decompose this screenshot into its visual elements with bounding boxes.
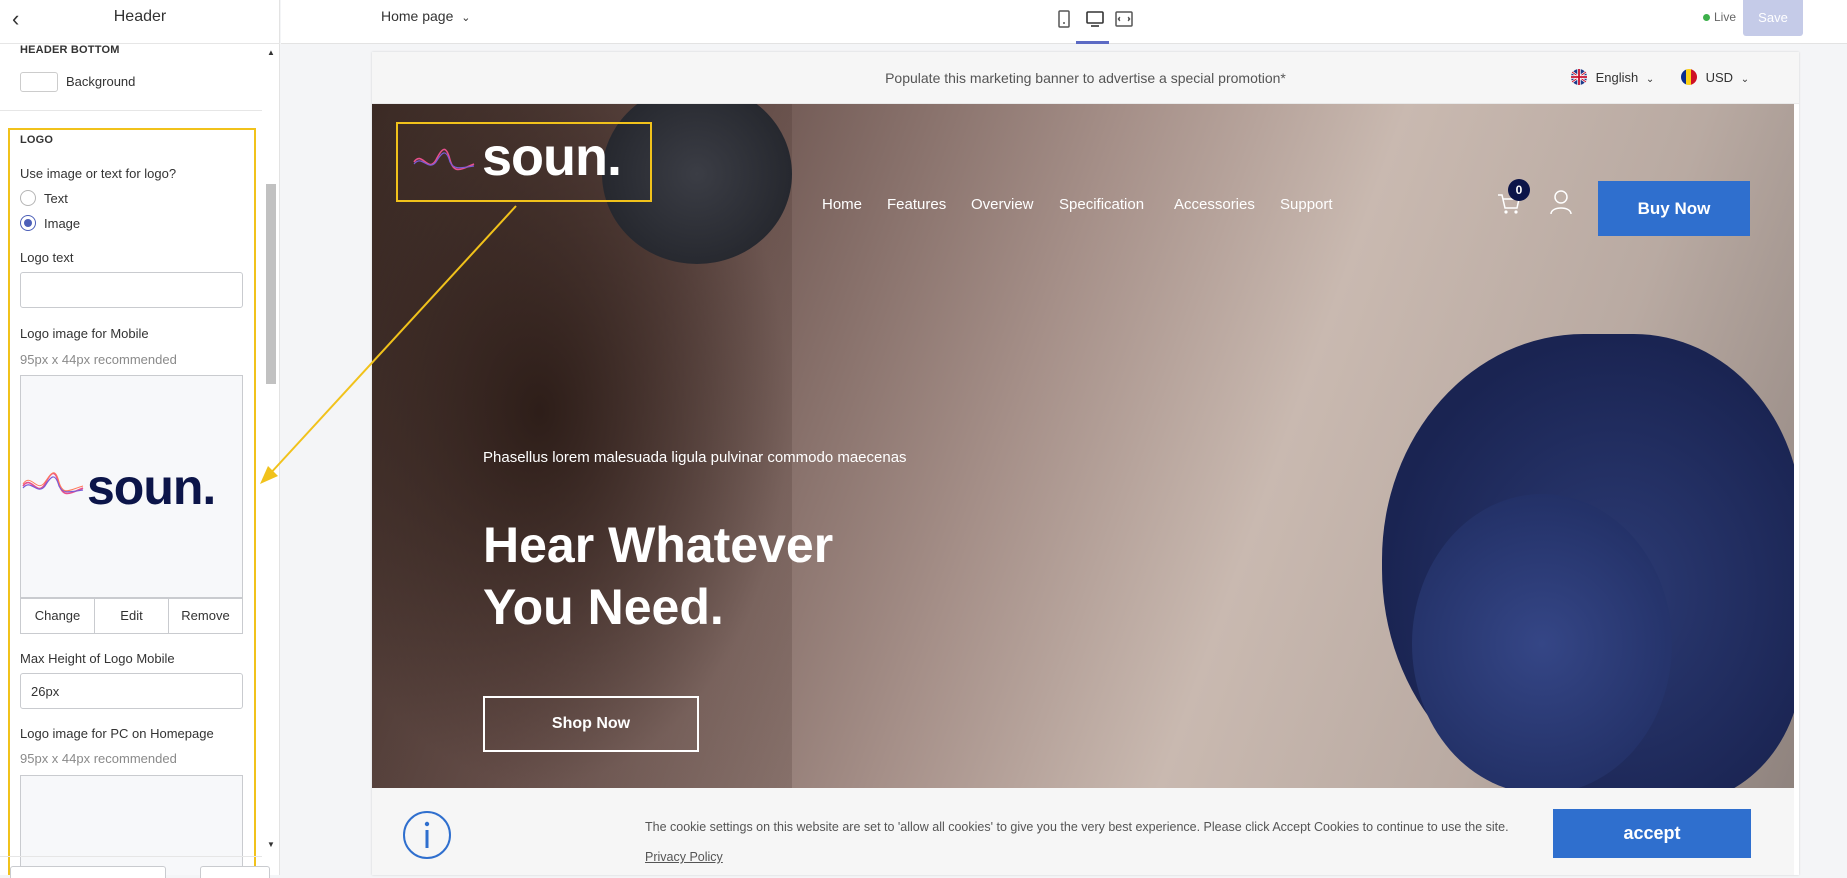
save-button[interactable]: Save [1743,0,1803,36]
theme-preview: Populate this marketing banner to advert… [372,52,1799,875]
active-device-indicator [1076,41,1109,44]
currency-chevron-icon: ⌄ [1740,74,1750,85]
currency-label: USD [1705,70,1734,85]
cart-count-badge: 0 [1508,179,1530,201]
hero-section: soun. Home Features Overview Specificati… [372,104,1794,788]
sidebar-scrollbar[interactable]: ▲ ▼ [264,44,278,854]
hero-product-earcup [1412,494,1672,788]
language-selector[interactable]: English ⌄ [1570,68,1654,86]
page-selector[interactable]: Home page ⌄ [381,8,471,24]
currency-selector[interactable]: USD ⌄ [1680,68,1749,86]
site-logo[interactable]: soun. [482,126,622,188]
bottom-divider [0,856,262,857]
fullwidth-icon[interactable] [1113,8,1135,30]
accept-cookies-button[interactable]: accept [1553,809,1751,858]
hero-title-line2: You Need. [483,579,724,635]
bottom-partial-input[interactable] [10,866,166,878]
cookie-message: The cookie settings on this website are … [645,820,1509,834]
section-divider [0,110,262,111]
sidebar-title: Header [113,8,167,25]
uk-flag-icon [1571,69,1587,85]
page-select-label: Home page [381,8,454,24]
live-status-label: Live [1714,10,1737,24]
live-status: Live [1703,10,1736,24]
nav-overview[interactable]: Overview [971,196,1034,213]
language-chevron-icon: ⌄ [1645,74,1655,85]
bottom-partial-buttons[interactable] [200,866,270,878]
nav-accessories[interactable]: Accessories [1174,196,1255,213]
header-bottom-title: HEADER BOTTOM [20,44,120,56]
editor-topbar: Home page ⌄ Live Save [281,0,1847,44]
chevron-down-icon: ⌄ [461,12,471,24]
logo-section-highlight [8,128,256,875]
hero-title-line1: Hear Whatever [483,517,834,573]
language-label: English [1595,70,1639,85]
nav-support[interactable]: Support [1280,196,1333,213]
shop-now-button[interactable]: Shop Now [483,696,699,752]
background-color-swatch[interactable] [20,72,58,92]
nav-home[interactable]: Home [822,196,862,213]
sidebar-header: ‹ Header [0,0,280,44]
currency-flag-icon [1681,69,1697,85]
hero-subtitle: Phasellus lorem malesuada ligula pulvina… [483,449,907,466]
cookie-banner: The cookie settings on this website are … [372,788,1794,875]
promo-banner: Populate this marketing banner to advert… [372,52,1799,104]
desktop-icon[interactable] [1084,8,1106,30]
nav-specification[interactable]: Specification [1059,196,1144,213]
mobile-icon[interactable] [1053,8,1075,30]
scrollbar-thumb[interactable] [266,184,276,384]
nav-features[interactable]: Features [887,196,946,213]
wave-logo-icon [413,148,475,171]
buy-now-button[interactable]: Buy Now [1598,181,1750,236]
scroll-up-icon[interactable]: ▲ [267,48,275,57]
scroll-down-icon[interactable]: ▼ [267,840,275,849]
info-icon [403,811,451,859]
hero-title: Hear Whatever You Need. [483,514,1083,638]
cookie-text: The cookie settings on this website are … [645,812,1535,872]
privacy-policy-link[interactable]: Privacy Policy [645,850,723,864]
settings-sidebar: ‹ Header HEADER BOTTOM Background LOGO U… [0,0,280,878]
background-label: Background [66,74,136,89]
status-dot-icon [1703,14,1710,22]
sidebar-body: HEADER BOTTOM Background LOGO Use image … [0,44,262,875]
account-icon[interactable] [1548,188,1574,216]
